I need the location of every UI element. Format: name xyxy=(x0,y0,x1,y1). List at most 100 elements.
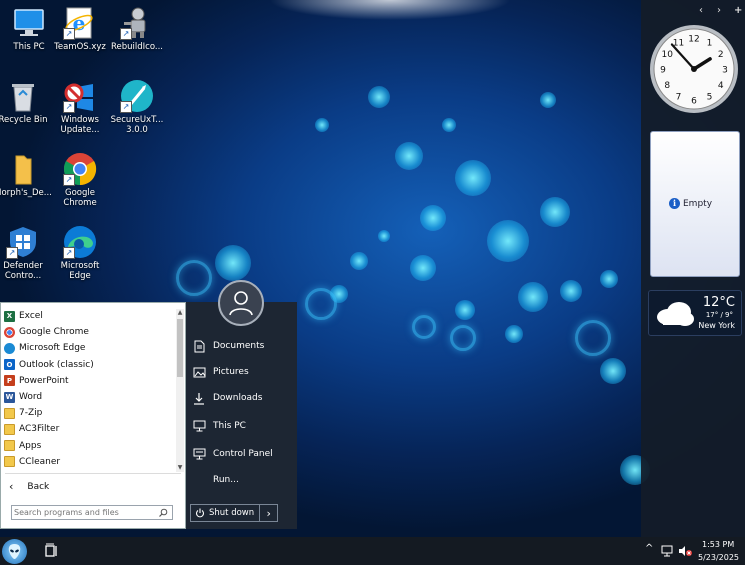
shutdown-button-group: Shut down › xyxy=(190,504,279,522)
scroll-thumb[interactable] xyxy=(177,319,183,377)
program-label: AC3Filter xyxy=(19,424,60,435)
clock-numeral: 6 xyxy=(691,97,697,107)
clock-numeral: 9 xyxy=(660,66,666,76)
weather-range: 17° / 9° xyxy=(705,311,733,319)
power-icon xyxy=(195,508,205,518)
program-item[interactable]: 7-Zip xyxy=(1,405,175,421)
weather-gadget[interactable]: 12°C 17° / 9° New York xyxy=(648,290,742,336)
program-label: Word xyxy=(19,392,43,403)
clock-numeral: 8 xyxy=(664,81,670,91)
program-item[interactable]: X Excel xyxy=(1,308,175,324)
program-icon-glyph: O xyxy=(6,360,13,369)
scroll-up-arrow[interactable]: ▲ xyxy=(176,309,184,317)
powerpoint-icon: P xyxy=(4,375,15,387)
program-label: Microsoft Edge xyxy=(19,343,86,354)
program-label: Google Chrome xyxy=(19,327,89,338)
internet-explorer-icon: e ↗ xyxy=(63,6,97,40)
divider xyxy=(5,473,181,474)
control-panel-icon xyxy=(192,447,206,461)
show-hidden-icons-button[interactable]: ^ xyxy=(645,543,653,554)
places-item-run[interactable]: Run... xyxy=(192,470,239,490)
desktop-icon-recycle-bin[interactable]: Recycle Bin xyxy=(0,79,52,125)
desktop-icon-teamos[interactable]: e ↗ TeamOS.xyz xyxy=(51,6,109,52)
program-label: Apps xyxy=(19,440,42,451)
shutdown-options-button[interactable]: › xyxy=(260,505,277,521)
program-item[interactable]: P PowerPoint xyxy=(1,373,175,389)
clock-time[interactable]: 1:53 PM xyxy=(702,540,734,549)
folder-icon xyxy=(4,456,15,468)
search-input[interactable] xyxy=(14,506,154,519)
program-item[interactable]: Google Chrome xyxy=(1,324,175,340)
clock-numeral: 1 xyxy=(707,39,713,49)
folder-icon xyxy=(4,423,15,435)
program-item[interactable]: O Outlook (classic) xyxy=(1,357,175,373)
back-button[interactable]: ‹ Back xyxy=(9,480,49,493)
desktop-icon-google-chrome[interactable]: ↗ Google Chrome xyxy=(51,152,109,208)
network-icon[interactable] xyxy=(661,545,674,557)
program-item[interactable]: W Word xyxy=(1,389,175,405)
chevron-right-icon: › xyxy=(266,506,271,520)
documents-icon xyxy=(192,339,206,353)
chrome-icon: ↗ xyxy=(63,152,97,186)
program-item[interactable]: Microsoft Edge xyxy=(1,340,175,356)
program-label: Excel xyxy=(19,311,43,322)
task-view-button[interactable] xyxy=(40,541,62,561)
program-item[interactable]: AC3Filter xyxy=(1,421,175,437)
user-avatar[interactable] xyxy=(218,280,264,326)
program-icon-glyph: X xyxy=(6,312,13,321)
task-view-icon xyxy=(45,543,57,557)
gadget-prev-button[interactable]: ‹ xyxy=(699,5,703,16)
edge-icon xyxy=(4,342,15,354)
search-icon[interactable] xyxy=(159,508,168,517)
desktop-icon-secureux[interactable]: ↗ SecureUxT... 3.0.0 xyxy=(108,79,166,135)
places-item-downloads[interactable]: Downloads xyxy=(192,388,262,408)
places-item-label: Pictures xyxy=(213,367,249,377)
places-item-label: Documents xyxy=(213,341,265,351)
taskbar: ^ 1:53 PM 5/23/2025 xyxy=(0,537,745,565)
places-item-label: Downloads xyxy=(213,393,263,403)
desktop-icon-rebuildicon[interactable]: ↗ RebuildIco... xyxy=(108,6,166,52)
notes-empty-label: Empty xyxy=(683,198,713,209)
clock-date[interactable]: 5/23/2025 xyxy=(698,553,739,562)
program-list-scrollbar[interactable]: ▲ ▼ xyxy=(176,309,184,472)
defender-icon: ↗ xyxy=(6,225,40,259)
desktop-icon-morphs-folder[interactable]: Morph's_De... xyxy=(0,152,52,198)
gadget-next-button[interactable]: › xyxy=(717,5,721,16)
shutdown-label: Shut down xyxy=(209,508,255,518)
desktop-icon-defender-control[interactable]: ↗ Defender Contro... xyxy=(0,225,52,281)
gadget-add-button[interactable]: + xyxy=(734,5,742,16)
desktop-icon-windows-update[interactable]: ↗ Windows Update... xyxy=(51,79,109,135)
search-box[interactable] xyxy=(11,505,173,520)
places-item-control-panel[interactable]: Control Panel xyxy=(192,444,273,464)
excel-icon: X xyxy=(4,310,15,322)
folder-icon xyxy=(4,440,15,452)
clock-numeral: 7 xyxy=(676,92,682,102)
info-icon: i xyxy=(669,198,680,209)
back-label: Back xyxy=(27,481,50,492)
scroll-down-arrow[interactable]: ▼ xyxy=(176,464,184,472)
this-pc-icon xyxy=(12,6,46,40)
robot-icon: ↗ xyxy=(120,6,154,40)
places-item-this-pc[interactable]: This PC xyxy=(192,416,246,436)
volume-muted-icon[interactable] xyxy=(678,545,692,557)
program-item[interactable]: Apps xyxy=(1,438,175,454)
places-item-pictures[interactable]: Pictures xyxy=(192,362,249,382)
edge-icon: ↗ xyxy=(63,225,97,259)
clock-numeral: 3 xyxy=(722,66,728,76)
desktop-icon-microsoft-edge[interactable]: ↗ Microsoft Edge xyxy=(51,225,109,281)
start-menu-places-pane: Documents Pictures Downloads This PC Control… xyxy=(186,302,297,529)
program-label: CCleaner xyxy=(19,456,61,467)
program-item[interactable]: CCleaner xyxy=(1,454,175,470)
notes-gadget[interactable]: i Empty xyxy=(650,131,740,277)
downloads-icon xyxy=(192,391,206,405)
places-item-documents[interactable]: Documents xyxy=(192,336,264,356)
program-label: 7-Zip xyxy=(19,408,43,419)
clock-gadget[interactable]: 12 1 2 3 4 5 6 7 8 9 10 11 xyxy=(649,24,739,114)
weather-city: New York xyxy=(698,321,735,330)
program-icon-glyph: W xyxy=(5,393,14,402)
shutdown-button[interactable]: Shut down xyxy=(191,505,261,521)
desktop-icon-this-pc[interactable]: This PC xyxy=(0,6,58,52)
start-button[interactable] xyxy=(2,539,27,564)
program-label: PowerPoint xyxy=(19,375,69,386)
chrome-icon xyxy=(4,326,15,338)
